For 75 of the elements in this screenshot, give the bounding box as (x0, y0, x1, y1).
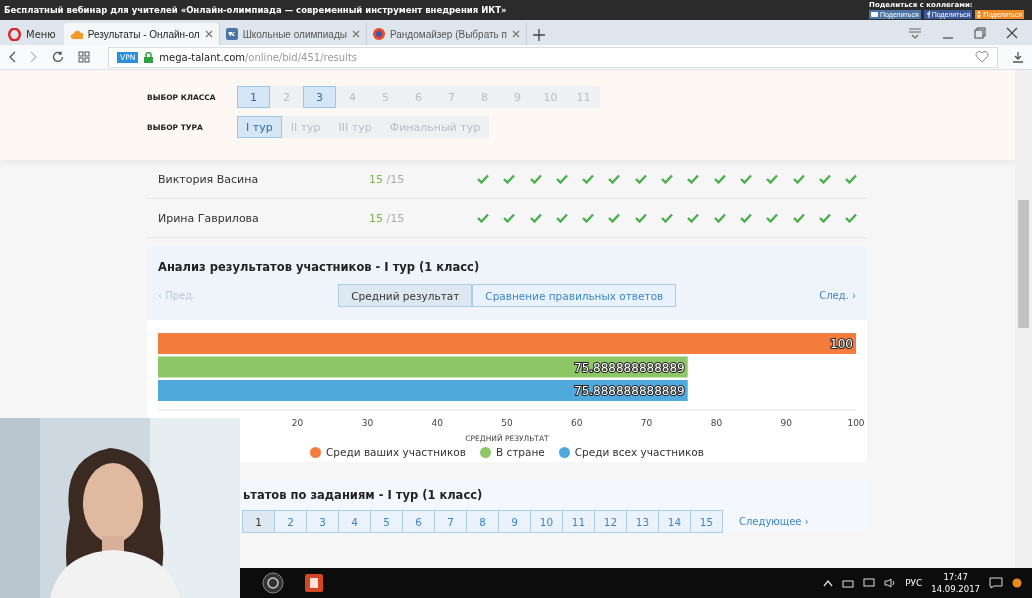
scrollbar-thumb[interactable] (1018, 200, 1029, 328)
reload-icon[interactable] (52, 51, 64, 63)
page-button[interactable]: 3 (306, 510, 339, 533)
monitor-icon[interactable] (863, 578, 876, 588)
notification-icon[interactable] (989, 577, 1003, 589)
grid-icon[interactable] (78, 51, 90, 63)
participant-score: 15 /15 (369, 172, 406, 186)
axis-tick-label: 90 (780, 418, 792, 428)
close-icon[interactable] (1006, 26, 1018, 39)
page-button[interactable]: 13 (626, 510, 659, 533)
restore-icon[interactable] (974, 26, 986, 39)
page-button[interactable]: 4 (338, 510, 371, 533)
url-text: mega-talant.com/online/bid/451/results (159, 51, 358, 63)
bar-value-label: 75.888888888889 (574, 360, 685, 375)
page-button[interactable]: 9 (498, 510, 531, 533)
legend-label: В стране (495, 446, 545, 458)
next-link[interactable]: Следующее › (739, 516, 809, 527)
participant-name: Виктория Васина (158, 172, 260, 186)
page-button[interactable]: 6 (402, 510, 435, 533)
page-button[interactable]: 15 (690, 510, 723, 533)
axis-tick-label: 50 (501, 418, 513, 428)
close-icon[interactable] (511, 30, 520, 38)
bar-value-label: 75.888888888889 (574, 384, 685, 398)
presentation-app-icon[interactable] (304, 573, 324, 593)
page-button[interactable]: 10 (530, 510, 563, 533)
browser-tab[interactable]: Результаты - Онлайн-ол (63, 23, 220, 45)
page-button[interactable]: 14 (658, 510, 691, 533)
person-icon (977, 11, 982, 18)
close-icon[interactable] (351, 30, 360, 38)
language-indicator[interactable]: РУС (905, 578, 923, 588)
section-title: ьтатов по заданиям - I тур (1 класс) (243, 488, 484, 502)
axis-tick-label: 70 (640, 418, 653, 428)
caret-up-icon[interactable] (823, 579, 834, 587)
cloud-icon (69, 28, 83, 40)
filter-option[interactable]: 3 (303, 86, 336, 108)
axis-tick-label: 80 (710, 418, 723, 428)
axis-tick-label: 100 (847, 418, 865, 428)
participant-name: Ирина Гаврилова (158, 211, 260, 225)
filter-option[interactable]: I тур (237, 116, 282, 138)
axis-tick-label: 40 (431, 418, 443, 428)
page-button[interactable]: 7 (434, 510, 467, 533)
section-title: Анализ результатов участников - I тур (1 класс) (158, 260, 481, 274)
legend-label: Среди всех участников (574, 446, 704, 458)
speaker-icon[interactable] (884, 578, 897, 588)
tray-app-icon[interactable] (1012, 578, 1022, 588)
filter-option[interactable]: 1 (237, 86, 270, 108)
clock[interactable]: 17:47 14.09.2017 (931, 571, 980, 595)
page-button[interactable]: 8 (466, 510, 499, 533)
axis-tick-label: 60 (571, 418, 583, 428)
bar-value-label: 100 (830, 337, 853, 351)
plus-icon[interactable] (532, 29, 545, 41)
page-button[interactable]: 2 (274, 510, 307, 533)
axis-tick-label: 30 (361, 418, 374, 428)
chart-tab[interactable]: Сравнение правильных ответов (472, 284, 677, 307)
lock-icon (144, 51, 154, 63)
easy-setup-icon[interactable] (908, 26, 922, 39)
next-link[interactable]: След. › (819, 290, 856, 301)
download-icon[interactable] (1012, 51, 1024, 63)
close-icon[interactable] (204, 30, 213, 38)
axis-tick-label: 20 (291, 418, 304, 428)
page-button[interactable]: 12 (594, 510, 627, 533)
page-button[interactable]: 11 (562, 510, 595, 533)
chart-tab[interactable]: Средний результат (338, 284, 473, 307)
back-icon[interactable] (8, 51, 16, 63)
participant-score: 15 /15 (369, 211, 406, 225)
heart-icon[interactable] (975, 51, 989, 63)
dice-icon (372, 28, 385, 40)
menu-button[interactable]: Меню (4, 23, 64, 45)
obs-icon[interactable] (262, 572, 284, 594)
legend-label: Среди ваших участников (326, 446, 466, 458)
f-icon (925, 11, 930, 18)
page-button[interactable]: 5 (370, 510, 403, 533)
recording-title: Бесплатный вебинар для учителей «Онлайн-олимпиада — современный инструмент внедрения ИКТ» (4, 5, 507, 15)
opera-icon (8, 27, 21, 41)
page-button[interactable]: 1 (242, 510, 275, 533)
